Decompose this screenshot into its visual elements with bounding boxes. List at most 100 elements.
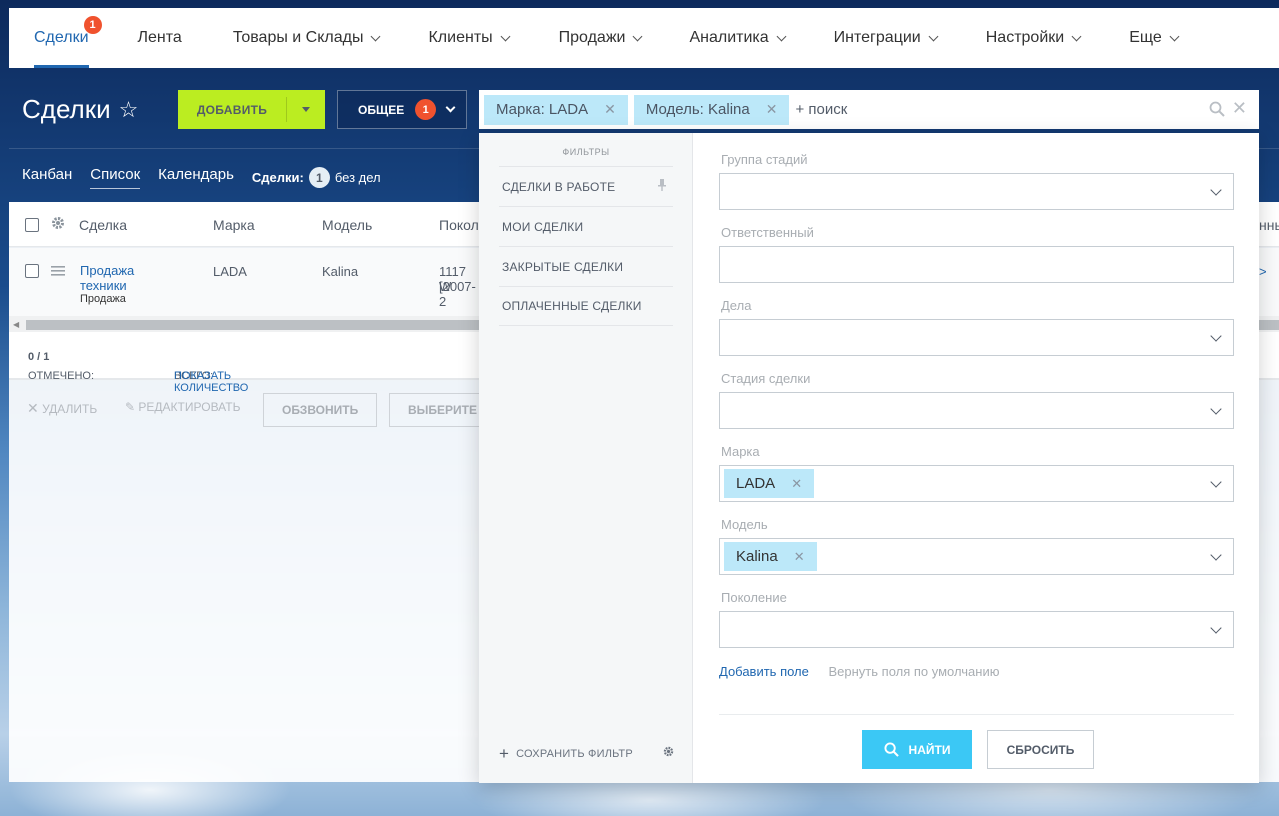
deals-counter-label: Сделки: — [251, 170, 304, 185]
deal-title-line1: Продажа — [80, 263, 135, 278]
nav-item-integrations[interactable]: Интеграции — [833, 8, 939, 68]
row-checkbox[interactable] — [25, 264, 39, 278]
marked-value: 0 / 1 — [28, 351, 50, 363]
chevron-down-icon — [776, 31, 787, 41]
top-navigation: Сделки 1 Лента Товары и Склады Клиенты П… — [9, 8, 1279, 68]
preset-closed-deals[interactable]: ЗАКРЫТЫЕ СДЕЛКИ — [499, 246, 673, 286]
preset-deals-in-work[interactable]: СДЕЛКИ В РАБОТЕ — [499, 166, 673, 206]
delete-action[interactable]: ✕ УДАЛИТЬ — [27, 400, 97, 417]
column-header-model[interactable]: Модель — [322, 217, 372, 233]
nav-item-more[interactable]: Еще — [1129, 8, 1180, 68]
field-label-activities: Дела — [721, 298, 752, 313]
save-filter-button[interactable]: + СОХРАНИТЬ ФИЛЬТР — [499, 744, 633, 764]
field-label-deal-stage: Стадия сделки — [721, 371, 811, 386]
add-button[interactable]: ДОБАВИТЬ — [178, 90, 325, 129]
call-button[interactable]: ОБЗВОНИТЬ — [263, 393, 378, 427]
activities-select[interactable] — [719, 319, 1234, 356]
marked-label: ОТМЕЧЕНО: — [28, 370, 94, 382]
clear-search-icon[interactable]: ✕ — [1232, 98, 1247, 119]
chevron-down-icon — [1210, 330, 1222, 342]
responsible-input[interactable] — [719, 246, 1234, 283]
show-count-link[interactable]: ПОКАЗАТЬ КОЛИЧЕСТВО — [174, 370, 248, 394]
generation-select[interactable] — [719, 611, 1234, 648]
gear-icon[interactable] — [663, 744, 674, 762]
nav-item-sales[interactable]: Продажи — [558, 8, 643, 68]
find-button-label: НАЙТИ — [908, 742, 951, 757]
filter-search-bar[interactable]: Марка: LADA ✕ Модель: Kalina ✕ + поиск ✕ — [479, 90, 1259, 129]
search-tag-model[interactable]: Модель: Kalina ✕ — [633, 94, 790, 125]
remove-tag-icon[interactable]: ✕ — [604, 101, 616, 118]
nav-item-label: Сделки — [34, 29, 89, 46]
remove-tag-icon[interactable]: ✕ — [794, 549, 805, 565]
chevron-down-icon — [500, 31, 511, 41]
nav-item-label: Лента — [137, 29, 182, 46]
preset-paid-deals[interactable]: ОПЛАЧЕННЫЕ СДЕЛКИ — [499, 286, 673, 326]
search-icon[interactable] — [1209, 101, 1225, 122]
column-header-fragment: нны — [1259, 217, 1279, 233]
field-label-stage-group: Группа стадий — [721, 152, 808, 167]
preset-label: СДЕЛКИ В РАБОТЕ — [502, 179, 616, 194]
chevron-down-icon — [1210, 622, 1222, 634]
cell-model: Kalina — [322, 264, 359, 279]
brand-tag[interactable]: LADA ✕ — [724, 469, 815, 498]
add-dropdown-toggle[interactable] — [287, 107, 325, 112]
filter-popup: ФИЛЬТРЫ СДЕЛКИ В РАБОТЕ МОИ СДЕЛКИ ЗАКРЫ… — [479, 133, 1259, 783]
nav-item-products[interactable]: Товары и Склады — [233, 8, 381, 68]
view-calendar[interactable]: Календарь — [158, 166, 234, 189]
column-header-deal[interactable]: Сделка — [79, 217, 127, 233]
search-input[interactable]: + поиск — [795, 101, 847, 118]
column-header-brand[interactable]: Марка — [213, 217, 255, 233]
find-button[interactable]: НАЙТИ — [862, 730, 972, 769]
common-filter-button[interactable]: ОБЩЕЕ 1 — [337, 90, 467, 129]
model-tag[interactable]: Kalina ✕ — [724, 542, 817, 571]
scroll-left-icon[interactable]: ◀ — [13, 320, 19, 329]
counter-badge: 1 — [415, 99, 437, 120]
cell-brand: LADA — [213, 264, 247, 279]
nav-item-settings[interactable]: Настройки — [986, 8, 1082, 68]
pin-icon[interactable] — [657, 179, 667, 194]
add-button-label: ДОБАВИТЬ — [196, 102, 268, 117]
remove-tag-icon[interactable]: ✕ — [791, 476, 802, 492]
nav-item-analytics[interactable]: Аналитика — [689, 8, 787, 68]
field-label-model: Модель — [721, 517, 768, 532]
view-kanban[interactable]: Канбан — [22, 166, 72, 189]
preset-my-deals[interactable]: МОИ СДЕЛКИ — [499, 206, 673, 246]
edit-label: РЕДАКТИРОВАТЬ — [138, 400, 241, 414]
nav-item-label: Интеграции — [833, 29, 921, 46]
row-fragment: > — [1259, 264, 1267, 279]
reset-button[interactable]: СБРОСИТЬ — [987, 730, 1094, 769]
preset-label: ОПЛАЧЕННЫЕ СДЕЛКИ — [502, 299, 642, 313]
gear-icon[interactable] — [51, 216, 65, 233]
search-tag-label: Модель: Kalina — [645, 101, 750, 118]
deal-type: Продажа — [80, 293, 126, 305]
nav-item-clients[interactable]: Клиенты — [428, 8, 511, 68]
chevron-down-icon — [371, 31, 381, 41]
field-links: Добавить поле Вернуть поля по умолчанию — [719, 664, 999, 679]
close-icon: ✕ — [27, 400, 39, 416]
chevron-down-icon — [1210, 403, 1222, 415]
brand-select[interactable]: LADA ✕ — [719, 465, 1234, 502]
search-tag-brand[interactable]: Марка: LADA ✕ — [484, 94, 628, 125]
deal-stage-select[interactable] — [719, 392, 1234, 429]
model-select[interactable]: Kalina ✕ — [719, 538, 1234, 575]
nav-item-label: Продажи — [558, 29, 626, 46]
field-label-responsible: Ответственный — [721, 225, 814, 240]
column-header-generation[interactable]: Покол — [439, 217, 479, 233]
restore-fields-link[interactable]: Вернуть поля по умолчанию — [829, 664, 1000, 679]
filter-presets-panel: ФИЛЬТРЫ СДЕЛКИ В РАБОТЕ МОИ СДЕЛКИ ЗАКРЫ… — [479, 133, 693, 783]
deals-counter-suffix: без дел — [334, 170, 381, 185]
nav-item-feed[interactable]: Лента — [138, 8, 182, 68]
select-all-checkbox[interactable] — [25, 218, 39, 232]
add-field-link[interactable]: Добавить поле — [719, 664, 809, 679]
view-list[interactable]: Список — [90, 166, 140, 189]
edit-action[interactable]: ✎ РЕДАКТИРОВАТЬ — [125, 400, 240, 414]
pencil-icon: ✎ — [125, 400, 136, 414]
nav-item-deals[interactable]: Сделки 1 — [34, 8, 102, 68]
deals-counter[interactable]: Сделки: 1 без дел — [252, 167, 381, 188]
stage-group-select[interactable] — [719, 173, 1234, 210]
star-icon[interactable]: ☆ — [119, 97, 139, 123]
preset-label: ЗАКРЫТЫЕ СДЕЛКИ — [502, 259, 624, 274]
remove-tag-icon[interactable]: ✕ — [766, 101, 778, 118]
deals-counter-badge: 1 — [308, 167, 330, 188]
row-menu-icon[interactable] — [51, 264, 65, 279]
